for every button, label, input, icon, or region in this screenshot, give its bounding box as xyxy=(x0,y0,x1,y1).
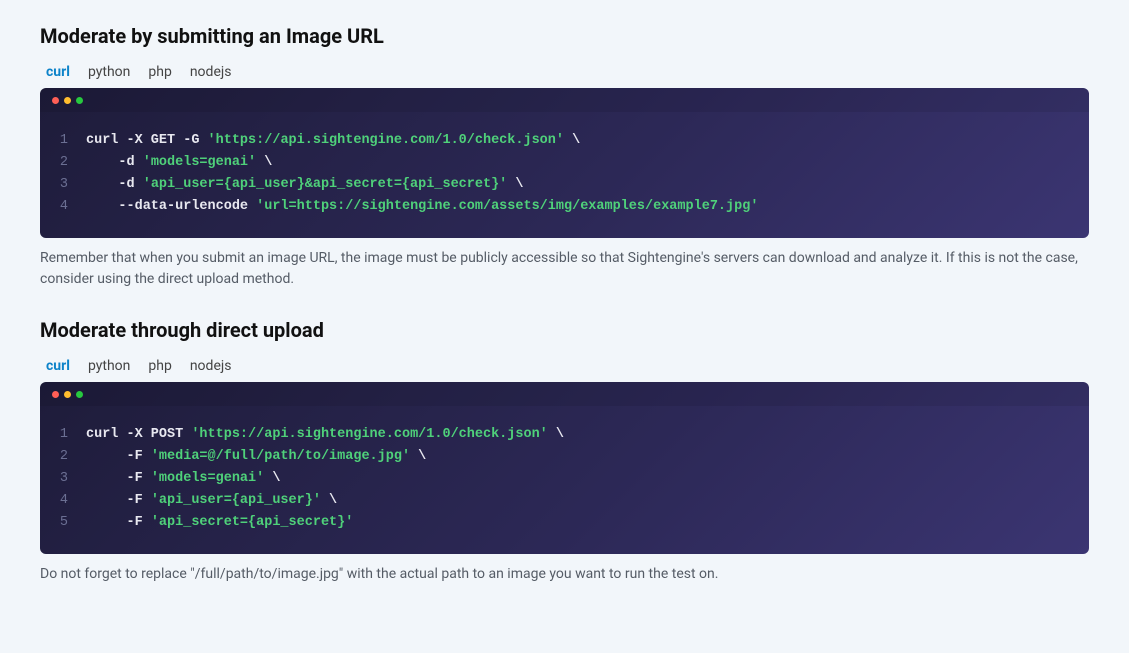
code-content: curl -X POST 'https://api.sightengine.co… xyxy=(86,424,564,446)
line-number: 3 xyxy=(52,468,86,490)
code-block: 1curl -X GET -G 'https://api.sightengine… xyxy=(40,88,1089,238)
code-line: 2 -F 'media=@/full/path/to/image.jpg' \ xyxy=(52,446,1077,468)
line-number: 3 xyxy=(52,174,86,196)
window-dot-red-icon xyxy=(52,97,59,104)
tab-php[interactable]: php xyxy=(148,356,171,376)
window-dot-yellow-icon xyxy=(64,391,71,398)
code-block: 1curl -X POST 'https://api.sightengine.c… xyxy=(40,382,1089,554)
code-content: -F 'api_user={api_user}' \ xyxy=(86,490,337,512)
line-number: 2 xyxy=(52,152,86,174)
window-dot-green-icon xyxy=(76,391,83,398)
code-content: -F 'models=genai' \ xyxy=(86,468,280,490)
line-number: 1 xyxy=(52,130,86,152)
tabs-curl-python-php-nodejs: curl python php nodejs xyxy=(40,356,1089,376)
code-line: 3 -d 'api_user={api_user}&api_secret={ap… xyxy=(52,174,1077,196)
code-line: 1curl -X GET -G 'https://api.sightengine… xyxy=(52,130,1077,152)
line-number: 2 xyxy=(52,446,86,468)
tab-php[interactable]: php xyxy=(148,62,171,82)
code-line: 2 -d 'models=genai' \ xyxy=(52,152,1077,174)
line-number: 1 xyxy=(52,424,86,446)
section-note: Remember that when you submit an image U… xyxy=(40,248,1089,290)
window-dot-yellow-icon xyxy=(64,97,71,104)
code-area[interactable]: 1curl -X GET -G 'https://api.sightengine… xyxy=(40,112,1089,238)
window-dot-red-icon xyxy=(52,391,59,398)
code-line: 3 -F 'models=genai' \ xyxy=(52,468,1077,490)
code-content: -F 'api_secret={api_secret}' xyxy=(86,512,353,534)
line-number: 4 xyxy=(52,196,86,218)
window-titlebar xyxy=(40,88,1089,112)
line-number: 4 xyxy=(52,490,86,512)
tab-curl[interactable]: curl xyxy=(46,356,70,376)
code-line: 5 -F 'api_secret={api_secret}' xyxy=(52,512,1077,534)
tabs-curl-python-php-nodejs: curl python php nodejs xyxy=(40,62,1089,82)
code-content: -d 'api_user={api_user}&api_secret={api_… xyxy=(86,174,523,196)
code-content: curl -X GET -G 'https://api.sightengine.… xyxy=(86,130,580,152)
code-content: --data-urlencode 'url=https://sightengin… xyxy=(86,196,758,218)
code-content: -d 'models=genai' \ xyxy=(86,152,272,174)
code-area[interactable]: 1curl -X POST 'https://api.sightengine.c… xyxy=(40,406,1089,554)
line-number: 5 xyxy=(52,512,86,534)
code-line: 1curl -X POST 'https://api.sightengine.c… xyxy=(52,424,1077,446)
tab-curl[interactable]: curl xyxy=(46,62,70,82)
tab-nodejs[interactable]: nodejs xyxy=(190,62,232,82)
section-note: Do not forget to replace "/full/path/to/… xyxy=(40,564,1089,585)
tab-python[interactable]: python xyxy=(88,356,130,376)
code-line: 4 -F 'api_user={api_user}' \ xyxy=(52,490,1077,512)
code-line: 4 --data-urlencode 'url=https://sighteng… xyxy=(52,196,1077,218)
window-dot-green-icon xyxy=(76,97,83,104)
tab-python[interactable]: python xyxy=(88,62,130,82)
section-heading: Moderate through direct upload xyxy=(40,318,1089,342)
section-heading: Moderate by submitting an Image URL xyxy=(40,24,1089,48)
code-content: -F 'media=@/full/path/to/image.jpg' \ xyxy=(86,446,426,468)
window-titlebar xyxy=(40,382,1089,406)
tab-nodejs[interactable]: nodejs xyxy=(190,356,232,376)
